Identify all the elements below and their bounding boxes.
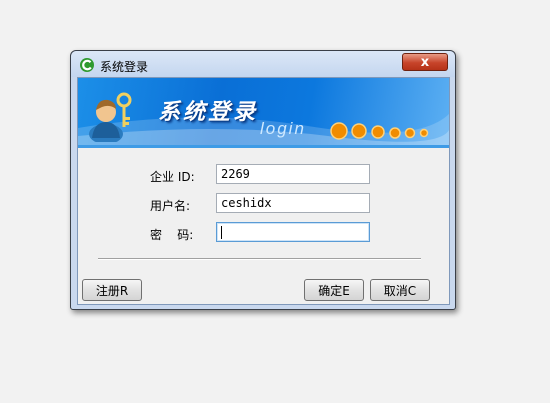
login-banner: 系统登录 login xyxy=(78,78,449,145)
progress-dots-graphic xyxy=(330,122,429,140)
username-field[interactable] xyxy=(216,193,370,213)
banner-subtitle: login xyxy=(260,119,306,138)
user-key-icon xyxy=(89,92,132,142)
title-bar[interactable]: 系统登录 x xyxy=(71,51,455,77)
login-dialog: 系统登录 x 系统登录 login 企业 ID: 2269 用户名: ceshi… xyxy=(70,50,456,310)
close-button[interactable]: x xyxy=(402,53,448,71)
cancel-button[interactable]: 取消C xyxy=(370,279,430,301)
close-icon: x xyxy=(420,55,430,70)
window-title: 系统登录 xyxy=(100,60,149,74)
banner-divider xyxy=(78,145,449,148)
password-label: 密 码: xyxy=(150,228,194,242)
app-logo-icon xyxy=(80,58,94,72)
username-label: 用户名: xyxy=(150,199,191,213)
text-caret xyxy=(221,226,222,239)
company-id-field[interactable] xyxy=(216,164,370,184)
register-button[interactable]: 注册R xyxy=(82,279,142,301)
password-field[interactable] xyxy=(216,222,370,242)
form-separator xyxy=(98,258,421,260)
banner-title: 系统登录 xyxy=(158,100,259,125)
company-id-label: 企业 ID: xyxy=(150,170,195,184)
dialog-body: 系统登录 login 企业 ID: 用户名: 密 码: 注册R 确定E 取消C xyxy=(77,77,450,305)
ok-button[interactable]: 确定E xyxy=(304,279,364,301)
